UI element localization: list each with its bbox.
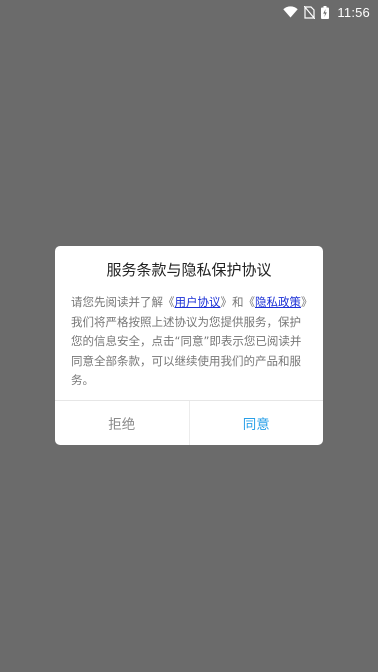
dialog-button-row: 拒绝 同意 (55, 401, 323, 445)
no-sim-icon (304, 5, 316, 19)
wifi-icon (283, 6, 299, 18)
dialog-title: 服务条款与隐私保护协议 (106, 261, 272, 279)
body-text-part-2: 》和《 (220, 295, 256, 309)
privacy-dialog: 服务条款与隐私保护协议 请您先阅读并了解《用户协议》和《隐私政策》我们将严格按照… (55, 246, 323, 445)
status-bar: 11:56 (0, 0, 378, 24)
status-time: 11:56 (337, 4, 370, 20)
dialog-body-text: 请您先阅读并了解《用户协议》和《隐私政策》我们将严格按照上述协议为您提供服务，保… (71, 293, 309, 391)
agree-button[interactable]: 同意 (190, 401, 324, 445)
reject-button[interactable]: 拒绝 (55, 401, 189, 445)
user-agreement-link[interactable]: 用户协议 (175, 295, 221, 309)
privacy-policy-link[interactable]: 隐私政策 (255, 295, 301, 309)
battery-charging-icon (321, 5, 330, 19)
body-text-part-1: 请您先阅读并了解《 (71, 295, 175, 309)
